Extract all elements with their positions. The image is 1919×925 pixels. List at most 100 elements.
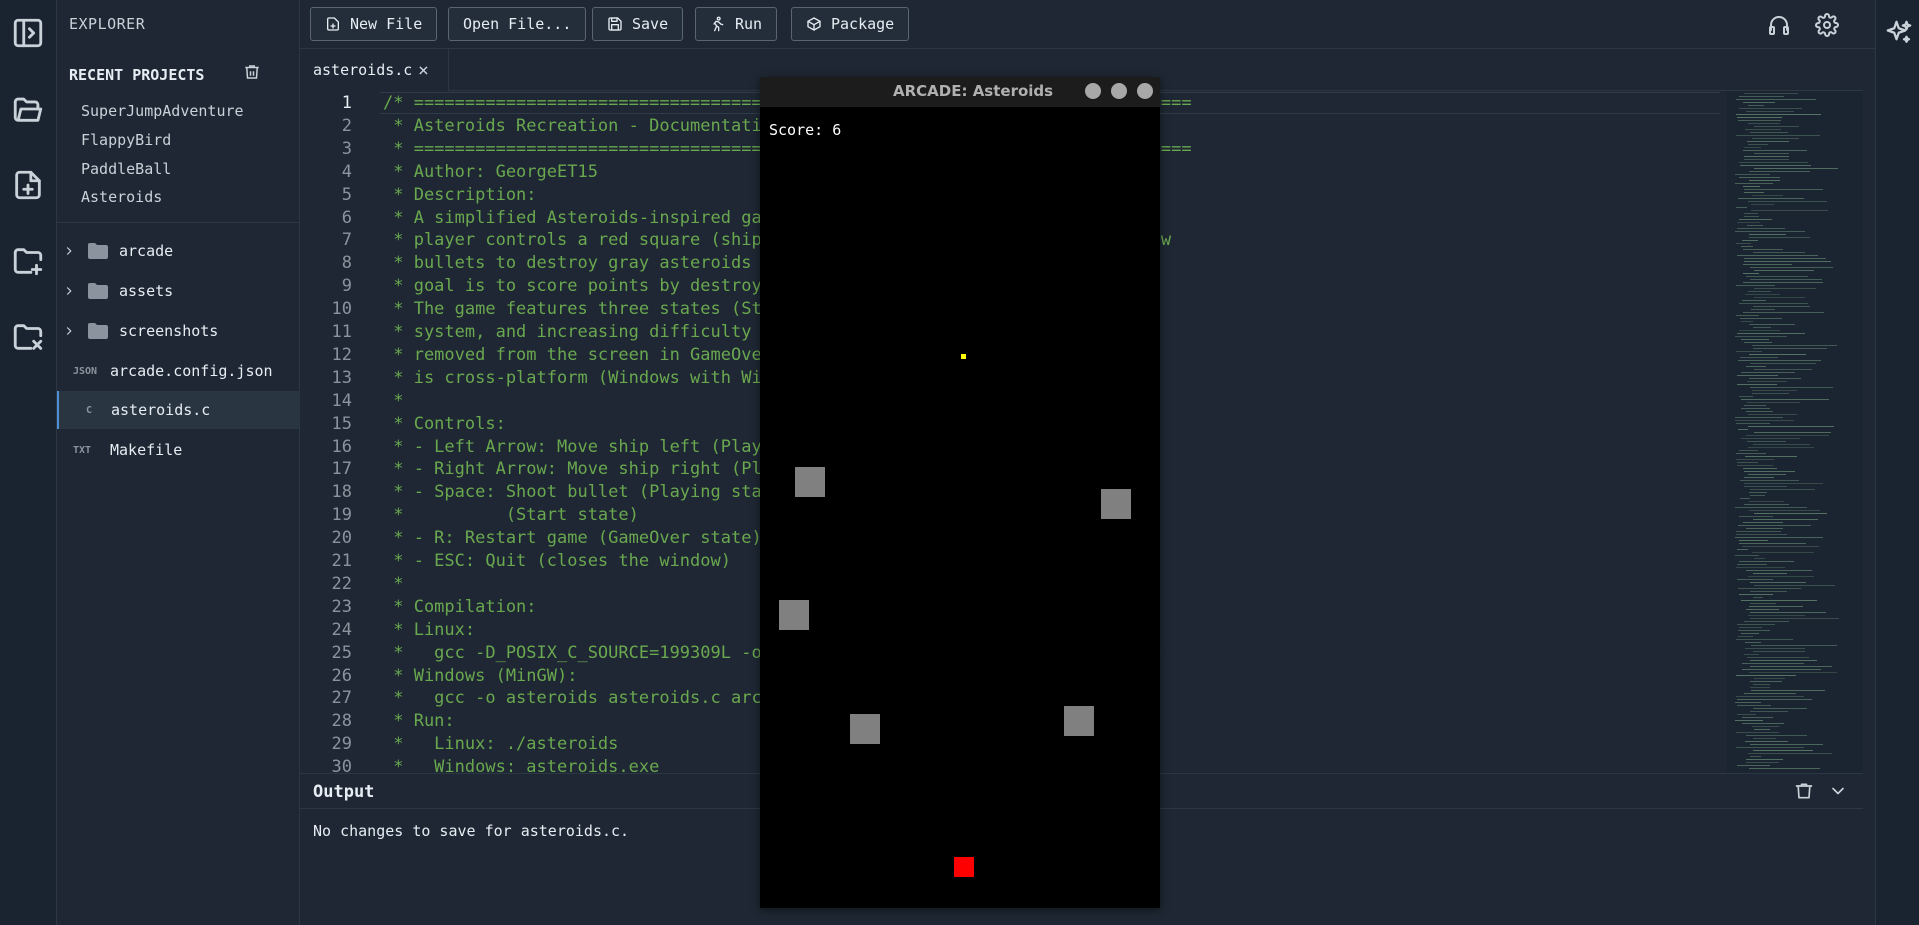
close-folder-icon[interactable]: [9, 318, 47, 356]
minimap-line: [1746, 570, 1812, 571]
minimap-line: [1745, 741, 1788, 742]
tree-folder-screenshots[interactable]: screenshots: [57, 312, 300, 350]
minimap-line: [1744, 693, 1796, 694]
chevron-down-icon[interactable]: [1828, 781, 1848, 801]
line-number: 23: [331, 596, 352, 617]
headphones-icon[interactable]: [1767, 13, 1791, 37]
game-canvas[interactable]: Score: 6: [760, 107, 1160, 908]
line-number: 4: [341, 161, 352, 182]
settings-gear-icon[interactable]: [1815, 13, 1839, 37]
new-file-button[interactable]: New File: [310, 7, 438, 41]
close-window-button[interactable]: [1137, 83, 1153, 99]
asteroid: [779, 600, 809, 630]
minimap-line: [1753, 252, 1805, 253]
minimap-line: [1753, 684, 1770, 685]
minimap-line: [1736, 114, 1821, 115]
divider: [57, 222, 300, 223]
package-icon: [807, 17, 821, 31]
maximize-button[interactable]: [1111, 83, 1127, 99]
tab-asteroids-c[interactable]: asteroids.c ×: [300, 49, 449, 91]
minimap-line: [1750, 687, 1770, 688]
recent-project-item[interactable]: SuperJumpAdventure: [81, 102, 244, 120]
minimap-line: [1739, 303, 1808, 304]
minimap-line: [1754, 678, 1785, 679]
minimap-line: [1736, 135, 1820, 136]
tree-file-arcade-config[interactable]: JSON arcade.config.json: [57, 352, 300, 390]
package-label: Package: [831, 15, 895, 33]
file-plus-icon: [327, 17, 339, 31]
tree-file-makefile[interactable]: TXT Makefile: [57, 431, 300, 469]
line-number: 24: [331, 619, 352, 640]
minimap-line: [1749, 234, 1786, 235]
minimap-line: [1737, 222, 1760, 223]
minimap-line: [1754, 270, 1814, 271]
line-number: 29: [331, 734, 352, 755]
game-window[interactable]: ARCADE: Asteroids Score: 6: [760, 77, 1160, 908]
folder-icon: [87, 242, 109, 260]
minimap-line: [1736, 639, 1793, 640]
player-ship: [954, 857, 974, 877]
minimize-button[interactable]: [1085, 83, 1101, 99]
open-file-button[interactable]: Open File...: [448, 7, 587, 41]
minimap-line: [1749, 672, 1837, 673]
asteroid: [1064, 706, 1094, 736]
minimap-line: [1737, 255, 1818, 256]
minimap-line: [1750, 744, 1823, 745]
clear-output-trash-icon[interactable]: [1794, 781, 1814, 801]
toggle-sidebar-icon[interactable]: [9, 14, 47, 52]
minimap-line: [1738, 588, 1801, 589]
minimap-line: [1748, 753, 1832, 754]
game-titlebar[interactable]: ARCADE: Asteroids: [760, 77, 1160, 107]
code-text: * system, and increasing difficulty: [383, 322, 752, 342]
run-button[interactable]: Run: [695, 7, 778, 41]
line-number: 1: [341, 93, 352, 113]
new-folder-icon[interactable]: [9, 242, 47, 280]
open-folder-icon[interactable]: [9, 90, 47, 128]
minimap-line: [1737, 117, 1782, 118]
minimap-line: [1743, 312, 1824, 313]
tree-folder-arcade[interactable]: arcade: [57, 232, 300, 270]
tree-folder-assets[interactable]: assets: [57, 272, 300, 310]
close-tab-icon[interactable]: ×: [418, 60, 429, 81]
minimap-line: [1737, 228, 1785, 229]
minimap-line: [1738, 120, 1781, 121]
minimap-line: [1739, 330, 1780, 331]
minimap-line: [1742, 546, 1819, 547]
minimap-line: [1740, 480, 1799, 481]
minimap-line: [1748, 123, 1780, 124]
code-text: * - R: Restart game (GameOver state): [383, 528, 762, 549]
tree-file-asteroids[interactable]: C asteroids.c: [57, 391, 300, 429]
code-text: * Windows: asteroids.exe: [383, 757, 660, 773]
minimap-line: [1736, 567, 1785, 568]
save-button[interactable]: Save: [592, 7, 684, 41]
minimap-line: [1737, 765, 1770, 766]
minimap-line: [1741, 246, 1753, 247]
minimap-line: [1753, 651, 1805, 652]
new-file-icon[interactable]: [9, 166, 47, 204]
minimap-line: [1749, 324, 1795, 325]
minimap-line: [1754, 369, 1812, 370]
asteroid: [850, 714, 880, 744]
tab-label: asteroids.c: [313, 61, 413, 79]
minimap-line: [1750, 132, 1788, 133]
minimap-line: [1736, 315, 1759, 316]
clear-recent-trash-icon[interactable]: [243, 63, 263, 83]
recent-project-item[interactable]: PaddleBall: [81, 160, 171, 178]
recent-project-item[interactable]: FlappyBird: [81, 131, 171, 149]
minimap-line: [1740, 498, 1750, 499]
output-title: Output: [313, 782, 375, 802]
minimap-line: [1746, 435, 1829, 436]
line-number: 27: [331, 688, 352, 709]
code-text: * Controls:: [383, 413, 506, 434]
minimap-line: [1736, 534, 1787, 535]
package-button[interactable]: Package: [791, 7, 910, 41]
sparkles-icon[interactable]: [1884, 18, 1914, 48]
minimap-line: [1739, 162, 1808, 163]
tree-label: assets: [119, 282, 174, 300]
minimap[interactable]: [1727, 91, 1863, 773]
minimap-line: [1735, 555, 1759, 556]
minimap-line: [1739, 627, 1762, 628]
minimap-line: [1743, 102, 1775, 103]
minimap-line: [1744, 261, 1831, 262]
recent-project-item[interactable]: Asteroids: [81, 188, 162, 206]
